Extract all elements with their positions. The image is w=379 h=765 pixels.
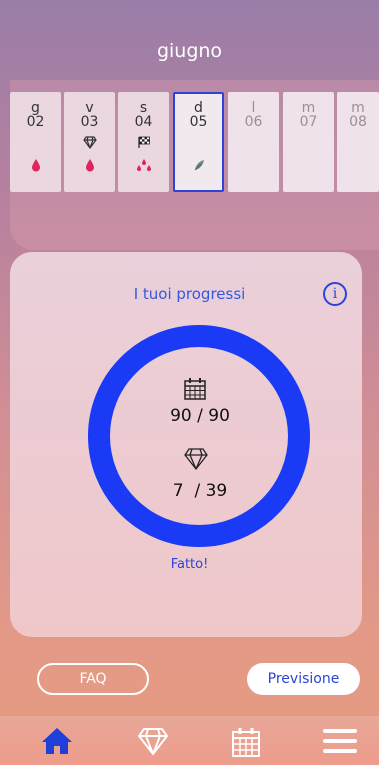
day-number: 08 bbox=[349, 114, 367, 130]
progress-ring bbox=[88, 325, 310, 547]
info-button[interactable]: i bbox=[323, 282, 347, 306]
gems-progress: 7 / 39 bbox=[140, 481, 260, 501]
calendar-day-06[interactable]: l 06 bbox=[228, 92, 279, 192]
day-weekday: d bbox=[194, 100, 203, 116]
checkered-flag-icon bbox=[118, 136, 169, 150]
gems-done: 7 bbox=[172, 481, 184, 501]
day-weekday: g bbox=[31, 100, 40, 116]
blood-drop-icon bbox=[10, 158, 61, 174]
menu-icon[interactable] bbox=[322, 726, 358, 756]
day-weekday: s bbox=[139, 100, 148, 116]
leaf-icon bbox=[175, 158, 222, 174]
calendar-day-05[interactable]: d 05 bbox=[173, 92, 224, 192]
spotting-drops-icon bbox=[118, 158, 169, 174]
day-number: 06 bbox=[244, 114, 263, 130]
day-number: 05 bbox=[189, 114, 208, 130]
calendar-day-03[interactable]: v 03 bbox=[64, 92, 115, 192]
calendar-day-07[interactable]: m 07 bbox=[283, 92, 334, 192]
day-weekday: m bbox=[301, 100, 316, 116]
calendar-icon[interactable] bbox=[230, 726, 262, 758]
calendar-day-02[interactable]: g 02 bbox=[10, 92, 61, 192]
forecast-button[interactable]: Previsione bbox=[247, 663, 360, 695]
day-number: 02 bbox=[26, 114, 45, 130]
day-number: 04 bbox=[134, 114, 153, 130]
day-number: 07 bbox=[299, 114, 318, 130]
calendar-day-08[interactable]: m 08 bbox=[337, 92, 379, 192]
gems-total: / 39 bbox=[194, 481, 228, 501]
days-progress: 90 / 90 bbox=[140, 406, 260, 426]
blood-drop-icon bbox=[64, 158, 115, 174]
day-weekday: v bbox=[85, 100, 94, 116]
home-icon[interactable] bbox=[40, 726, 74, 756]
days-done: 90 bbox=[170, 406, 192, 426]
diamond-icon bbox=[184, 448, 208, 471]
days-total: / 90 bbox=[197, 406, 230, 426]
day-weekday: l bbox=[251, 100, 256, 116]
month-title: giugno bbox=[156, 40, 223, 62]
diamond-icon[interactable] bbox=[136, 726, 170, 756]
day-number: 03 bbox=[80, 114, 99, 130]
progress-ring-fill bbox=[88, 325, 310, 547]
calendar-day-04[interactable]: s 04 bbox=[118, 92, 169, 192]
status-label: Fatto! bbox=[170, 557, 209, 572]
diamond-icon bbox=[64, 136, 115, 150]
day-weekday: m bbox=[351, 100, 365, 116]
faq-button[interactable]: FAQ bbox=[37, 663, 149, 695]
calendar-icon bbox=[184, 378, 206, 400]
